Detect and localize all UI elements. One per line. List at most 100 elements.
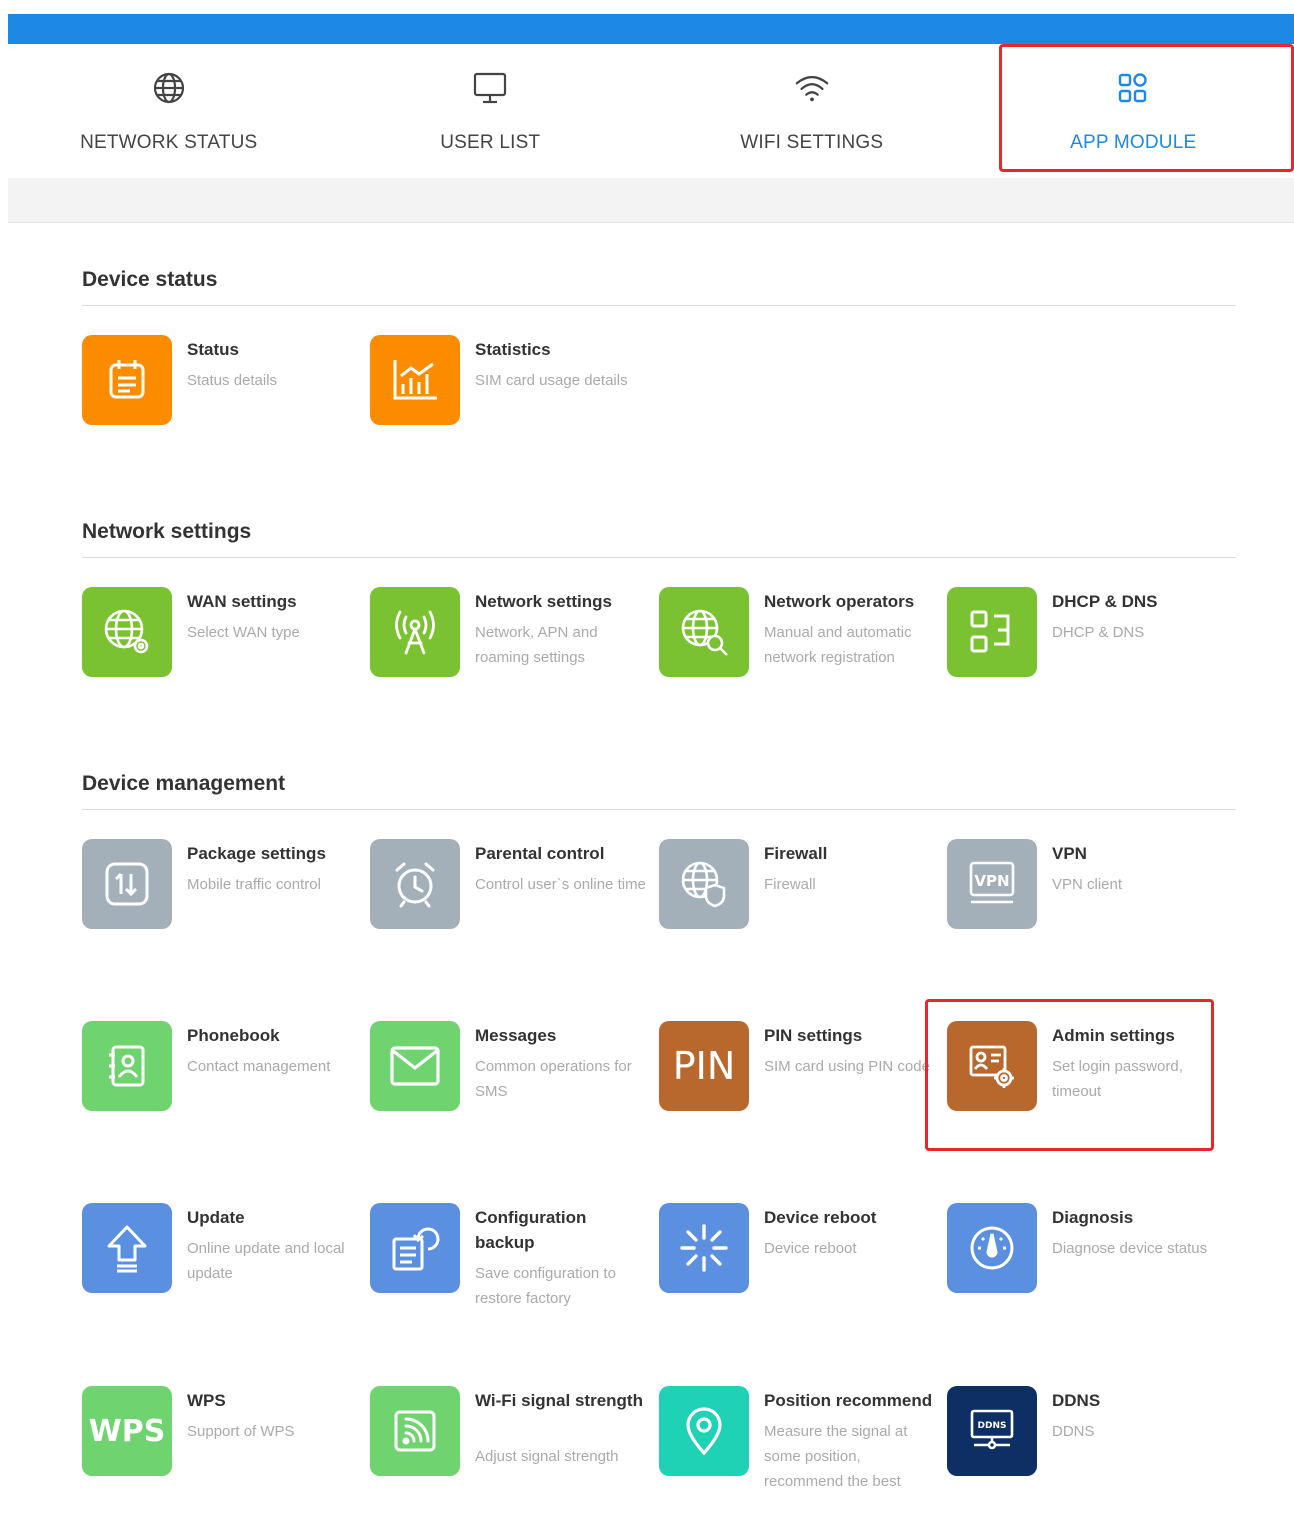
tile-desc: Measure the signal at some position, rec… [764, 1419, 939, 1494]
tile-network-settings[interactable]: Network settings Network, APN and roamin… [370, 587, 650, 727]
tile-title: PIN settings [764, 1023, 939, 1048]
tile-title: Phonebook [187, 1023, 362, 1048]
tile-desc: Manual and automatic network registratio… [764, 620, 939, 670]
tile-desc: Adjust signal strength [475, 1444, 650, 1469]
tile-desc: Contact management [187, 1054, 362, 1079]
top-nav: NETWORK STATUS USER LIST WIFI SETTINGS A… [8, 44, 1294, 178]
wps-icon: WPS [82, 1386, 172, 1476]
tile-desc: Network, APN and roaming settings [475, 620, 650, 670]
ddns-icon-text: DDNS [978, 1421, 1007, 1431]
nav-label: NETWORK STATUS [80, 132, 257, 154]
tile-wps[interactable]: WPS WPS Support of WPS [82, 1386, 362, 1526]
upload-arrow-icon [82, 1203, 172, 1293]
tile-update[interactable]: Update Online update and local update [82, 1203, 362, 1343]
section-divider [82, 557, 1236, 558]
tile-title: Status [187, 337, 362, 362]
tile-title: DHCP & DNS [1052, 589, 1227, 614]
section-title-device-status: Device status [82, 268, 217, 292]
tile-desc: SIM card using PIN code [764, 1054, 939, 1079]
tile-title: Statistics [475, 337, 650, 362]
tile-wan-settings[interactable]: WAN settings Select WAN type [82, 587, 362, 727]
tile-title: WPS [187, 1388, 362, 1413]
ddns-icon: DDNS [947, 1386, 1037, 1476]
tile-title: Network operators [764, 589, 939, 614]
tile-ddns[interactable]: DDNS DDNS DDNS [947, 1386, 1227, 1526]
tile-title: Update [187, 1205, 362, 1230]
tile-desc: Save configuration to restore factory [475, 1261, 650, 1311]
tile-title: Wi-Fi signal strength [475, 1388, 650, 1413]
tile-status[interactable]: Status Status details [82, 335, 362, 475]
tile-desc: SIM card usage details [475, 368, 650, 393]
gauge-icon [947, 1203, 1037, 1293]
tile-title: DDNS [1052, 1388, 1227, 1413]
section-title-device-management: Device management [82, 772, 285, 796]
tile-network-operators[interactable]: Network operators Manual and automatic n… [659, 587, 939, 727]
tile-desc: DDNS [1052, 1419, 1227, 1444]
tile-parental-control[interactable]: Parental control Control user`s online t… [370, 839, 650, 979]
nav-wifi-settings[interactable]: WIFI SETTINGS [651, 44, 973, 178]
alarm-clock-icon [370, 839, 460, 929]
tile-title: Messages [475, 1023, 650, 1048]
tile-title: WAN settings [187, 589, 362, 614]
tile-desc: Diagnose device status [1052, 1236, 1227, 1261]
admin-settings-highlight [925, 999, 1214, 1151]
antenna-icon [370, 587, 460, 677]
tile-wifi-signal-strength[interactable]: Wi-Fi signal strength Adjust signal stre… [370, 1386, 650, 1526]
tile-pin-settings[interactable]: PIN PIN settings SIM card using PIN code [659, 1021, 939, 1161]
tile-title: Firewall [764, 841, 939, 866]
chart-icon [370, 335, 460, 425]
backup-icon [370, 1203, 460, 1293]
pin-icon: PIN [659, 1021, 749, 1111]
section-divider [82, 809, 1236, 810]
nav-user-list[interactable]: USER LIST [330, 44, 652, 178]
wps-icon-text: WPS [89, 1414, 166, 1449]
tile-title: Parental control [475, 841, 650, 866]
tile-statistics[interactable]: Statistics SIM card usage details [370, 335, 650, 475]
tile-desc: Select WAN type [187, 620, 362, 645]
tile-title: VPN [1052, 841, 1227, 866]
tile-configuration-backup[interactable]: Configuration backup Save configuration … [370, 1203, 650, 1343]
tile-desc: VPN client [1052, 872, 1227, 897]
envelope-icon [370, 1021, 460, 1111]
tile-package-settings[interactable]: Package settings Mobile traffic control [82, 839, 362, 979]
tile-desc: Support of WPS [187, 1419, 362, 1444]
nav-label: APP MODULE [1070, 132, 1196, 154]
tile-device-reboot[interactable]: Device reboot Device reboot [659, 1203, 939, 1343]
tile-desc: Status details [187, 368, 362, 393]
clipboard-icon [82, 335, 172, 425]
section-divider [82, 305, 1236, 306]
tile-title: Diagnosis [1052, 1205, 1227, 1230]
tile-desc: Mobile traffic control [187, 872, 362, 897]
traffic-icon [82, 839, 172, 929]
tile-desc: Device reboot [764, 1236, 939, 1261]
reboot-spinner-icon [659, 1203, 749, 1293]
sub-header-bar [8, 178, 1294, 223]
tile-desc: Control user`s online time [475, 872, 650, 897]
tile-diagnosis[interactable]: Diagnosis Diagnose device status [947, 1203, 1227, 1343]
tile-title: Configuration backup [475, 1205, 650, 1255]
nav-label: WIFI SETTINGS [740, 132, 883, 154]
nav-network-status[interactable]: NETWORK STATUS [8, 44, 330, 178]
location-pin-icon [659, 1386, 749, 1476]
tile-title: Position recommend [764, 1388, 939, 1413]
nav-app-module[interactable]: APP MODULE [973, 44, 1294, 178]
top-bar [8, 14, 1294, 44]
tile-phonebook[interactable]: Phonebook Contact management [82, 1021, 362, 1161]
pin-icon-text: PIN [673, 1044, 736, 1088]
wifi-icon [794, 70, 830, 106]
monitor-icon [472, 70, 508, 106]
tile-dhcp-dns[interactable]: DHCP & DNS DHCP & DNS [947, 587, 1227, 727]
tile-vpn[interactable]: VPN VPN VPN client [947, 839, 1227, 979]
tile-messages[interactable]: Messages Common operations for SMS [370, 1021, 650, 1161]
globe-gear-icon [82, 587, 172, 677]
tile-position-recommend[interactable]: Position recommend Measure the signal at… [659, 1386, 939, 1526]
tile-desc: DHCP & DNS [1052, 620, 1227, 645]
tile-desc: Firewall [764, 872, 939, 897]
tile-title: Device reboot [764, 1205, 939, 1230]
tile-title: Package settings [187, 841, 362, 866]
vpn-icon: VPN [947, 839, 1037, 929]
section-title-network-settings: Network settings [82, 520, 251, 544]
wifi-signal-icon [370, 1386, 460, 1476]
tile-desc: Common operations for SMS [475, 1054, 650, 1104]
tile-firewall[interactable]: Firewall Firewall [659, 839, 939, 979]
